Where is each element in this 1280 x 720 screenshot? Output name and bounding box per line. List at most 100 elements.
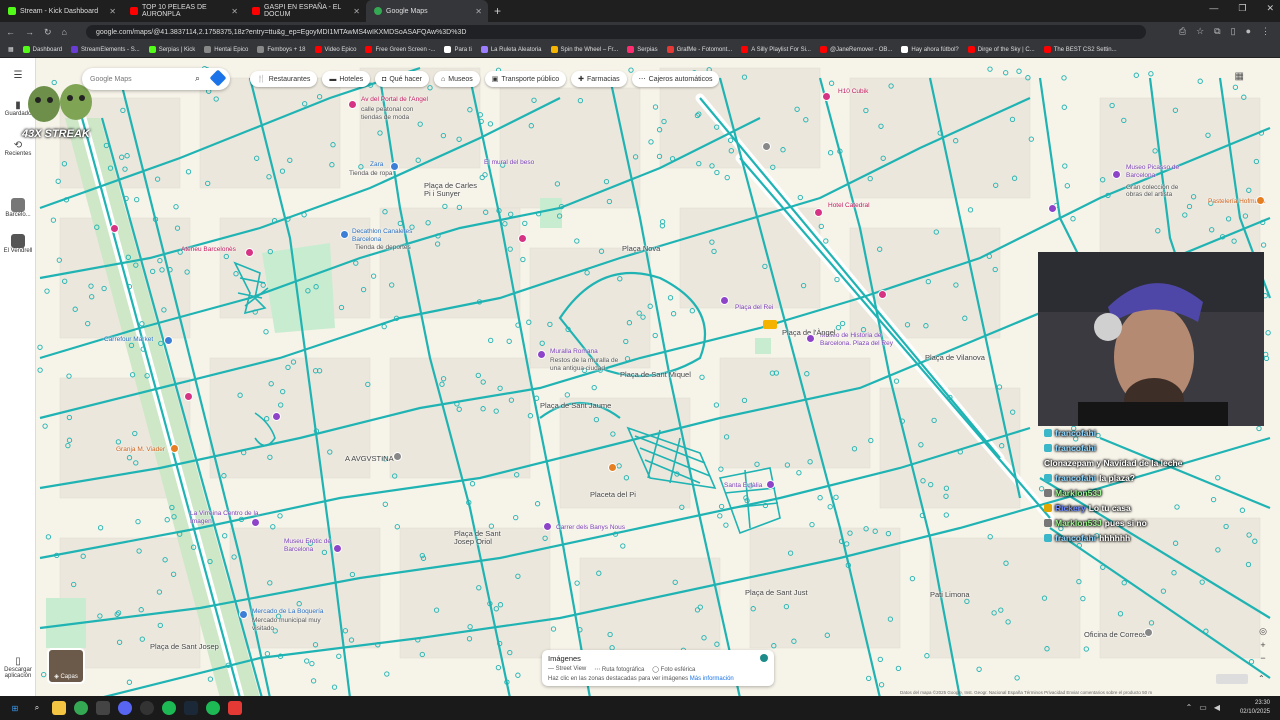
pin-icon[interactable]: [720, 296, 729, 305]
pin-icon[interactable]: [333, 544, 342, 553]
photo-sphere-dot[interactable]: [1014, 675, 1020, 681]
photo-sphere-dot[interactable]: [304, 658, 310, 664]
photo-sphere-dot[interactable]: [277, 513, 283, 519]
apps-grid-icon[interactable]: ▦: [1235, 71, 1244, 82]
pin-icon[interactable]: [1048, 204, 1057, 213]
photo-sphere-dot[interactable]: [382, 501, 388, 507]
photo-sphere-dot[interactable]: [591, 384, 597, 391]
photo-sphere-dot[interactable]: [309, 660, 315, 667]
photo-sphere-dot[interactable]: [1070, 216, 1076, 222]
photo-sphere-dot[interactable]: [1239, 507, 1246, 513]
close-icon[interactable]: ✕: [353, 7, 360, 16]
photo-sphere-dot[interactable]: [164, 517, 170, 523]
tab-google-maps[interactable]: Google Maps ✕: [366, 0, 488, 22]
photo-sphere-dot[interactable]: [482, 172, 488, 178]
steam-icon[interactable]: [184, 701, 198, 715]
photo-sphere-dot[interactable]: [827, 150, 834, 156]
place-label[interactable]: La Virreina Centro de la Imagen: [190, 510, 260, 526]
bookmark-item[interactable]: A Silly Playlist For Si...: [741, 46, 811, 53]
bookmark-item[interactable]: Hentai Epico: [204, 46, 248, 53]
photo-sphere-dot[interactable]: [520, 256, 526, 263]
place-label[interactable]: Av del Portal de l'Angel: [361, 96, 428, 103]
bookmark-item[interactable]: Spin the Wheel – Fr...: [550, 46, 618, 53]
photo-sphere-dot[interactable]: [1080, 595, 1086, 602]
photo-sphere-dot[interactable]: [574, 580, 580, 586]
tab-kick-dashboard[interactable]: Stream - Kick Dashboard ✕: [0, 0, 122, 22]
photo-sphere-dot[interactable]: [1003, 70, 1009, 76]
pin-icon[interactable]: [184, 392, 193, 401]
photo-sphere-dot[interactable]: [652, 332, 658, 339]
hotel-label[interactable]: H10 Cubik: [838, 88, 868, 95]
place-label[interactable]: El mural del beso: [484, 159, 534, 166]
pin-icon[interactable]: [766, 480, 775, 489]
place-label[interactable]: Muralla Romana: [550, 348, 598, 355]
search-icon[interactable]: ⌕: [195, 73, 200, 84]
photo-sphere-dot[interactable]: [336, 653, 342, 659]
file-explorer-icon[interactable]: [52, 701, 66, 715]
photo-sphere-dot[interactable]: [55, 178, 61, 184]
photo-sphere-dot[interactable]: [1061, 104, 1067, 110]
back-icon[interactable]: ←: [6, 27, 15, 37]
photo-sphere-dot[interactable]: [126, 679, 133, 685]
photo-sphere-dot[interactable]: [1133, 72, 1139, 78]
photo-sphere-dot[interactable]: [1248, 659, 1255, 665]
chip-pharmacies[interactable]: ✚ Farmacias: [571, 71, 627, 87]
photo-sphere-dot[interactable]: [893, 378, 900, 384]
close-icon[interactable]: ✕: [475, 7, 482, 16]
expand-icon[interactable]: ⌃: [1258, 674, 1265, 683]
chip-atms[interactable]: ⋯ Cajeros automáticos: [631, 71, 720, 87]
chip-museums[interactable]: ⌂ Museos: [434, 71, 480, 87]
photo-sphere-dot[interactable]: [44, 288, 50, 294]
pin-icon[interactable]: [537, 350, 546, 359]
place-label[interactable]: Plaça del Rei: [735, 304, 773, 311]
discord-icon[interactable]: [118, 701, 132, 715]
sidepanel-icon[interactable]: ▯: [1231, 26, 1236, 37]
photo-sphere-dot[interactable]: [924, 653, 930, 659]
spotify-icon[interactable]: [162, 701, 176, 715]
bookmark-item[interactable]: GrafMe - Fotomont...: [666, 46, 732, 53]
photo-sphere-dot[interactable]: [331, 684, 338, 690]
photo-sphere-dot[interactable]: [515, 672, 521, 678]
photo-sphere-dot[interactable]: [488, 523, 495, 529]
photo-sphere-dot[interactable]: [1062, 163, 1068, 169]
pin-icon[interactable]: [814, 208, 823, 217]
photo-sphere-dot[interactable]: [41, 671, 47, 678]
pin-icon[interactable]: [1144, 628, 1153, 637]
chevron-up-icon[interactable]: ⌃: [1186, 703, 1193, 712]
taskbar-clock[interactable]: 23:30 02/10/2025: [1240, 699, 1270, 717]
photo-sphere-dot[interactable]: [1232, 84, 1239, 90]
zoom-out-button[interactable]: −: [1260, 653, 1265, 663]
download-app-button[interactable]: ▯ Descargar aplicación: [2, 656, 34, 679]
place-label[interactable]: Museo Picasso de Barcelona: [1126, 164, 1186, 180]
photo-sphere-dot[interactable]: [817, 495, 823, 501]
photo-sphere-dot[interactable]: [564, 392, 570, 398]
photo-sphere-dot[interactable]: [718, 503, 725, 510]
maximize-icon[interactable]: ❐: [1238, 3, 1246, 14]
photo-sphere-dot[interactable]: [909, 575, 916, 582]
photo-sphere-dot[interactable]: [469, 481, 476, 487]
place-label[interactable]: Mercado de La Boquería: [252, 608, 324, 615]
photo-sphere-dot[interactable]: [45, 534, 52, 540]
photo-sphere-dot[interactable]: [479, 174, 485, 181]
photo-sphere-dot[interactable]: [222, 533, 228, 539]
photo-sphere-dot[interactable]: [50, 217, 57, 223]
pin-icon[interactable]: [762, 142, 771, 151]
photo-sphere-dot[interactable]: [522, 220, 528, 227]
photo-sphere-dot[interactable]: [487, 121, 494, 127]
photo-sphere-dot[interactable]: [652, 104, 659, 110]
photo-sphere-dot[interactable]: [37, 367, 43, 373]
street-view-pegman-icon[interactable]: [763, 320, 777, 329]
volume-icon[interactable]: ◀: [1214, 703, 1220, 712]
my-location-icon[interactable]: ◎: [1259, 626, 1267, 637]
photo-sphere-dot[interactable]: [384, 671, 390, 677]
photo-sphere-dot[interactable]: [1197, 78, 1203, 84]
place-label[interactable]: Decathlon Canaletes Barcelona: [352, 228, 422, 244]
photo-sphere-dot[interactable]: [506, 338, 512, 344]
imagery-toggle[interactable]: [760, 654, 768, 662]
photo-sphere-dot[interactable]: [667, 295, 674, 301]
photo-sphere-dot[interactable]: [866, 675, 872, 682]
bookmark-item[interactable]: Hay ahora fútbol?: [901, 46, 959, 53]
profile-avatar[interactable]: ●: [1246, 26, 1251, 37]
photo-sphere-dot[interactable]: [689, 308, 695, 314]
photo-sphere-dot[interactable]: [370, 273, 377, 279]
